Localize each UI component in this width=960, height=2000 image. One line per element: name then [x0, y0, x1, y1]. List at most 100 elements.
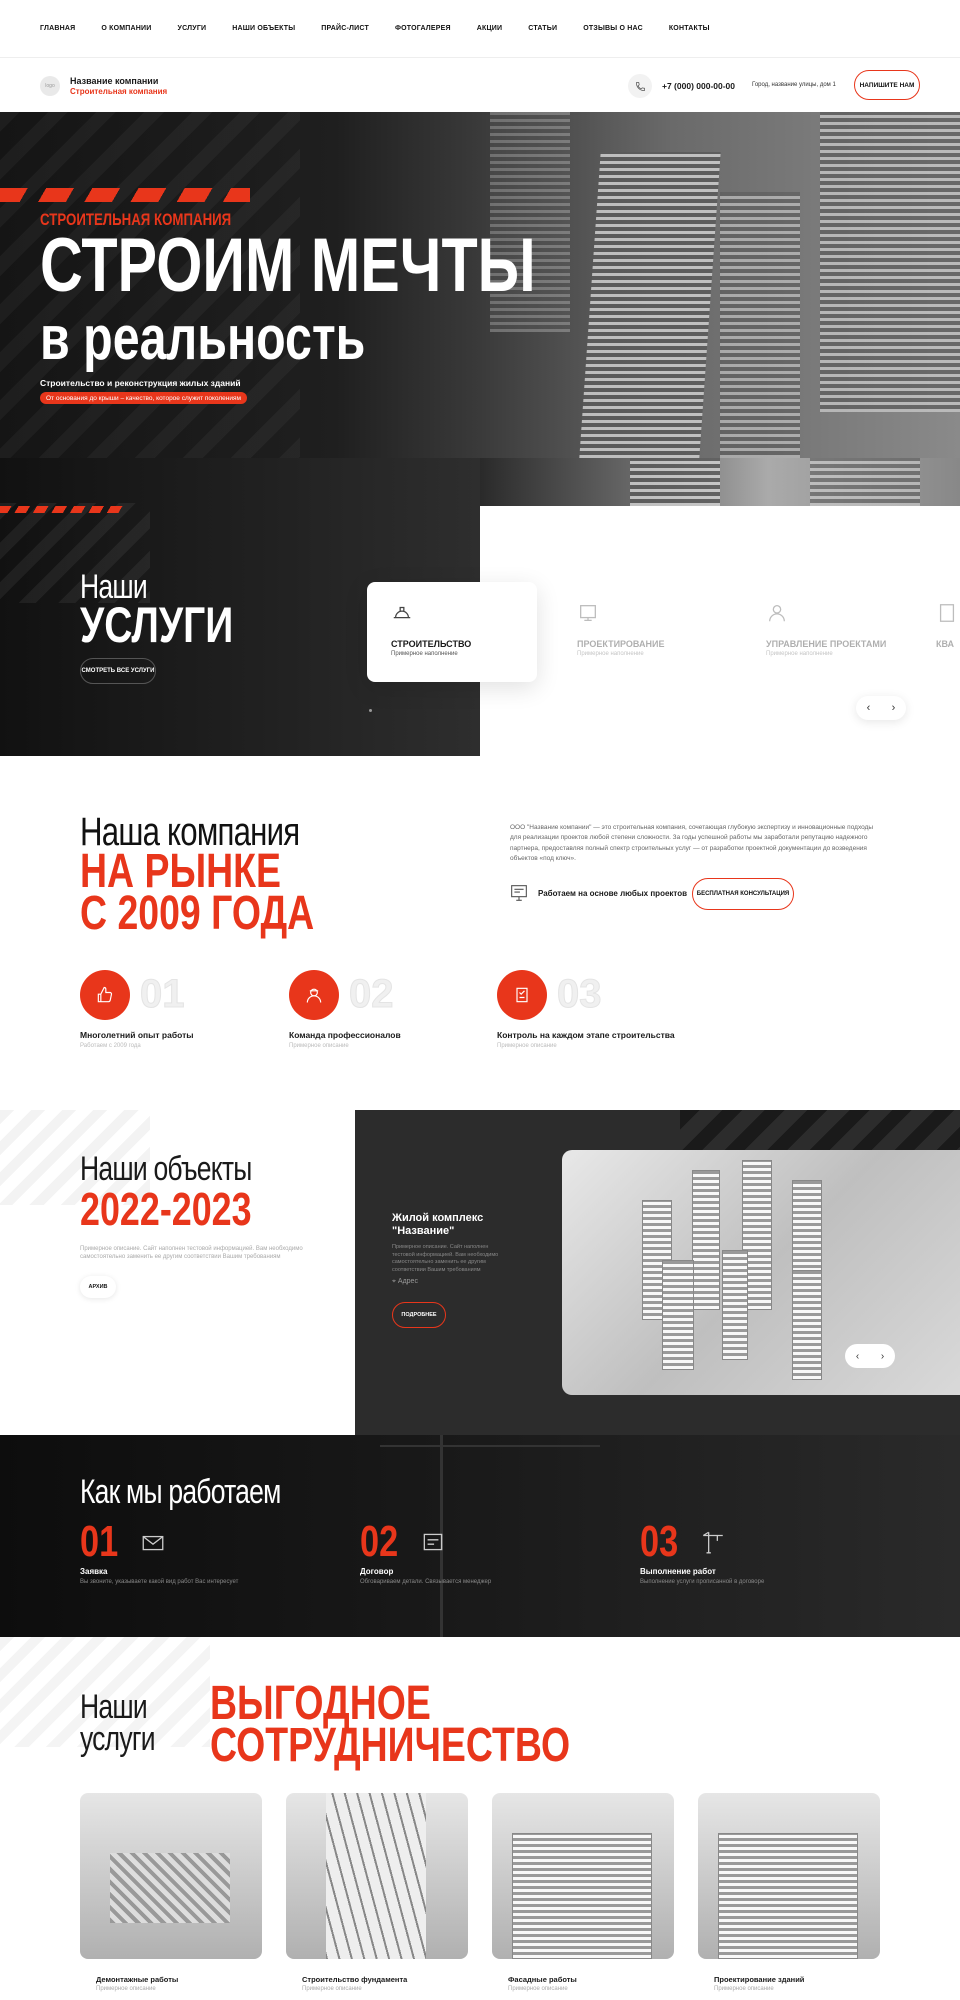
- service-card-title: УПРАВЛЕНИЕ ПРОЕКТАМИ: [766, 639, 887, 649]
- nav-services[interactable]: УСЛУГИ: [178, 25, 207, 32]
- service-tile-demolition[interactable]: Демонтажные работы Примерное описание: [80, 1793, 262, 2000]
- all-services-button[interactable]: СМОТРЕТЬ ВСЕ УСЛУГИ: [80, 658, 156, 684]
- strip-building: [630, 458, 720, 506]
- envelope-icon: [142, 1535, 164, 1551]
- service-card-title: ПРОЕКТИРОВАНИЕ: [577, 639, 665, 649]
- manager-icon: [769, 605, 785, 622]
- object-name-line-1: Жилой комплекс: [392, 1212, 484, 1224]
- feature-title: Контроль на каждом этапе строительства: [497, 1030, 675, 1040]
- tile-sub: Примерное описание: [302, 1986, 362, 1992]
- service-card-sub: Примерное наполнение: [577, 651, 644, 657]
- feature-title: Многолетний опыт работы: [80, 1030, 194, 1040]
- logo[interactable]: logo: [40, 76, 60, 96]
- hero-red-stripes: [0, 188, 250, 202]
- benefits-title-4: СОТРУДНИЧЕСТВО: [210, 1719, 571, 1772]
- tile-title: Фасадные работы: [508, 1975, 577, 1984]
- details-button[interactable]: ПОДРОБНЕЕ: [392, 1302, 446, 1328]
- tile-title: Демонтажные работы: [96, 1975, 179, 1984]
- archive-button[interactable]: АРХИВ: [80, 1276, 116, 1298]
- services-section: Наши УСЛУГИ СМОТРЕТЬ ВСЕ УСЛУГИ СТРОИТЕЛ…: [0, 458, 960, 756]
- service-card-sub: Примерное наполнение: [391, 651, 458, 657]
- feature-sub: Примерное описание: [497, 1043, 557, 1049]
- company-name: Название компании: [70, 76, 159, 86]
- object-photo: [562, 1150, 960, 1395]
- services-title-2: УСЛУГИ: [80, 597, 234, 653]
- blueprint-icon: [511, 885, 527, 901]
- strip-building-2: [810, 458, 920, 506]
- arrow-left-icon[interactable]: ‹: [867, 702, 871, 714]
- nav-gallery[interactable]: ФОТОГАЛЕРЕЯ: [395, 25, 451, 32]
- hero-building-image-2: [720, 192, 800, 458]
- nav-contacts[interactable]: КОНТАКТЫ: [669, 25, 710, 32]
- service-card-design[interactable]: ПРОЕКТИРОВАНИЕ Примерное наполнение: [553, 582, 723, 682]
- services-red-stripes: [0, 506, 124, 513]
- write-us-button[interactable]: НАПИШИТЕ НАМ: [854, 70, 920, 100]
- service-tile-facade[interactable]: Фасадные работы Примерное описание: [492, 1793, 674, 2000]
- free-consultation-button[interactable]: БЕСПЛАТНАЯ КОНСУЛЬТАЦИЯ: [692, 878, 794, 910]
- service-tile-foundation[interactable]: Строительство фундамента Примерное описа…: [286, 1793, 468, 2000]
- service-tile-design[interactable]: Проектирование зданий Примерное описание: [698, 1793, 880, 2000]
- nav-home[interactable]: ГЛАВНАЯ: [40, 25, 75, 32]
- step-number: 03: [640, 1517, 679, 1566]
- objects-title-2: 2022-2023: [80, 1183, 252, 1235]
- step-2: 02 Договор Обговариваем детали. Связывае…: [360, 1517, 610, 1597]
- top-nav: ГЛАВНАЯ О КОМПАНИИ УСЛУГИ НАШИ ОБЪЕКТЫ П…: [0, 0, 960, 58]
- step-number: 02: [360, 1517, 399, 1566]
- how-title: Как мы работаем: [80, 1473, 281, 1511]
- hero-description: Строительство и реконструкция жилых здан…: [40, 378, 241, 388]
- nav-price[interactable]: ПРАЙС-ЛИСТ: [321, 25, 369, 32]
- phone-number[interactable]: +7 (000) 000-00-00: [662, 81, 735, 91]
- phone-icon[interactable]: [628, 74, 652, 98]
- contract-icon: [423, 1533, 443, 1551]
- site-header: logo Название компании Строительная комп…: [0, 58, 960, 112]
- feature-title: Команда профессионалов: [289, 1030, 401, 1040]
- step-title: Заявка: [80, 1567, 108, 1576]
- service-card-partial[interactable]: КВА: [930, 582, 960, 682]
- hero-title-line-2: в реальность: [40, 304, 366, 373]
- feature-team: 02 Команда профессионалов Примерное опис…: [289, 970, 489, 1060]
- nav-objects[interactable]: НАШИ ОБЪЕКТЫ: [232, 25, 295, 32]
- arrow-right-icon[interactable]: ›: [892, 702, 896, 714]
- tile-photo: [492, 1793, 674, 1959]
- arrow-left-icon[interactable]: ‹: [856, 1351, 859, 1362]
- nav-about[interactable]: О КОМПАНИИ: [101, 25, 151, 32]
- helmet-icon: [393, 606, 411, 619]
- photo-tower: [722, 1250, 748, 1360]
- photo-tower: [662, 1260, 694, 1370]
- step-sub: Вы звоните, указываете какой вид работ В…: [80, 1579, 239, 1585]
- nav-promo[interactable]: АКЦИИ: [477, 25, 503, 32]
- company-subtitle: Строительная компания: [70, 87, 168, 96]
- service-card-title: СТРОИТЕЛЬСТВО: [391, 639, 472, 649]
- photo-tower: [692, 1170, 720, 1310]
- nav-articles[interactable]: СТАТЬИ: [528, 25, 557, 32]
- step-title: Договор: [360, 1567, 394, 1576]
- step-sub: Обговариваем детали. Связывается менедже…: [360, 1579, 492, 1585]
- service-card-title: КВА: [936, 639, 955, 649]
- crane-background-2: [380, 1445, 600, 1447]
- projects-label: Работаем на основе любых проектов: [538, 889, 688, 898]
- arrow-right-icon[interactable]: ›: [881, 1351, 884, 1362]
- feature-number: 03: [557, 972, 602, 1017]
- step-3: 03 Выполнение работ Выполнение услуги пр…: [640, 1517, 890, 1597]
- service-card-construction[interactable]: СТРОИТЕЛЬСТВО Примерное наполнение: [367, 582, 537, 682]
- worker-icon: [289, 970, 339, 1020]
- tile-title: Строительство фундамента: [302, 1975, 408, 1984]
- tile-sub: Примерное описание: [508, 1986, 568, 1992]
- location-pin-icon: ⌖: [392, 1278, 396, 1285]
- slider-dot[interactable]: [369, 709, 372, 712]
- objects-section: Наши объекты 2022-2023 Примерное описани…: [0, 1110, 960, 1435]
- photo-tower: [792, 1270, 822, 1380]
- hero-building-image: [579, 152, 721, 458]
- photo-building: [718, 1833, 858, 1959]
- nav-reviews[interactable]: ОТЗЫВЫ О НАС: [583, 25, 643, 32]
- objects-description: Примерное описание. Сайт наполнен тестов…: [80, 1246, 303, 1261]
- services-arrows: ‹ ›: [856, 696, 906, 720]
- object-name-line-2: "Название": [392, 1225, 455, 1237]
- service-card-management[interactable]: УПРАВЛЕНИЕ ПРОЕКТАМИ Примерное наполнени…: [742, 582, 912, 682]
- feature-experience: 01 Многолетний опыт работы Работаем с 20…: [80, 970, 280, 1060]
- feature-number: 01: [140, 972, 185, 1017]
- benefits-title-1: Наши: [80, 1688, 148, 1726]
- photo-building: [512, 1833, 652, 1959]
- service-card-sub: Примерное наполнение: [766, 651, 833, 657]
- tile-sub: Примерное описание: [96, 1986, 156, 1992]
